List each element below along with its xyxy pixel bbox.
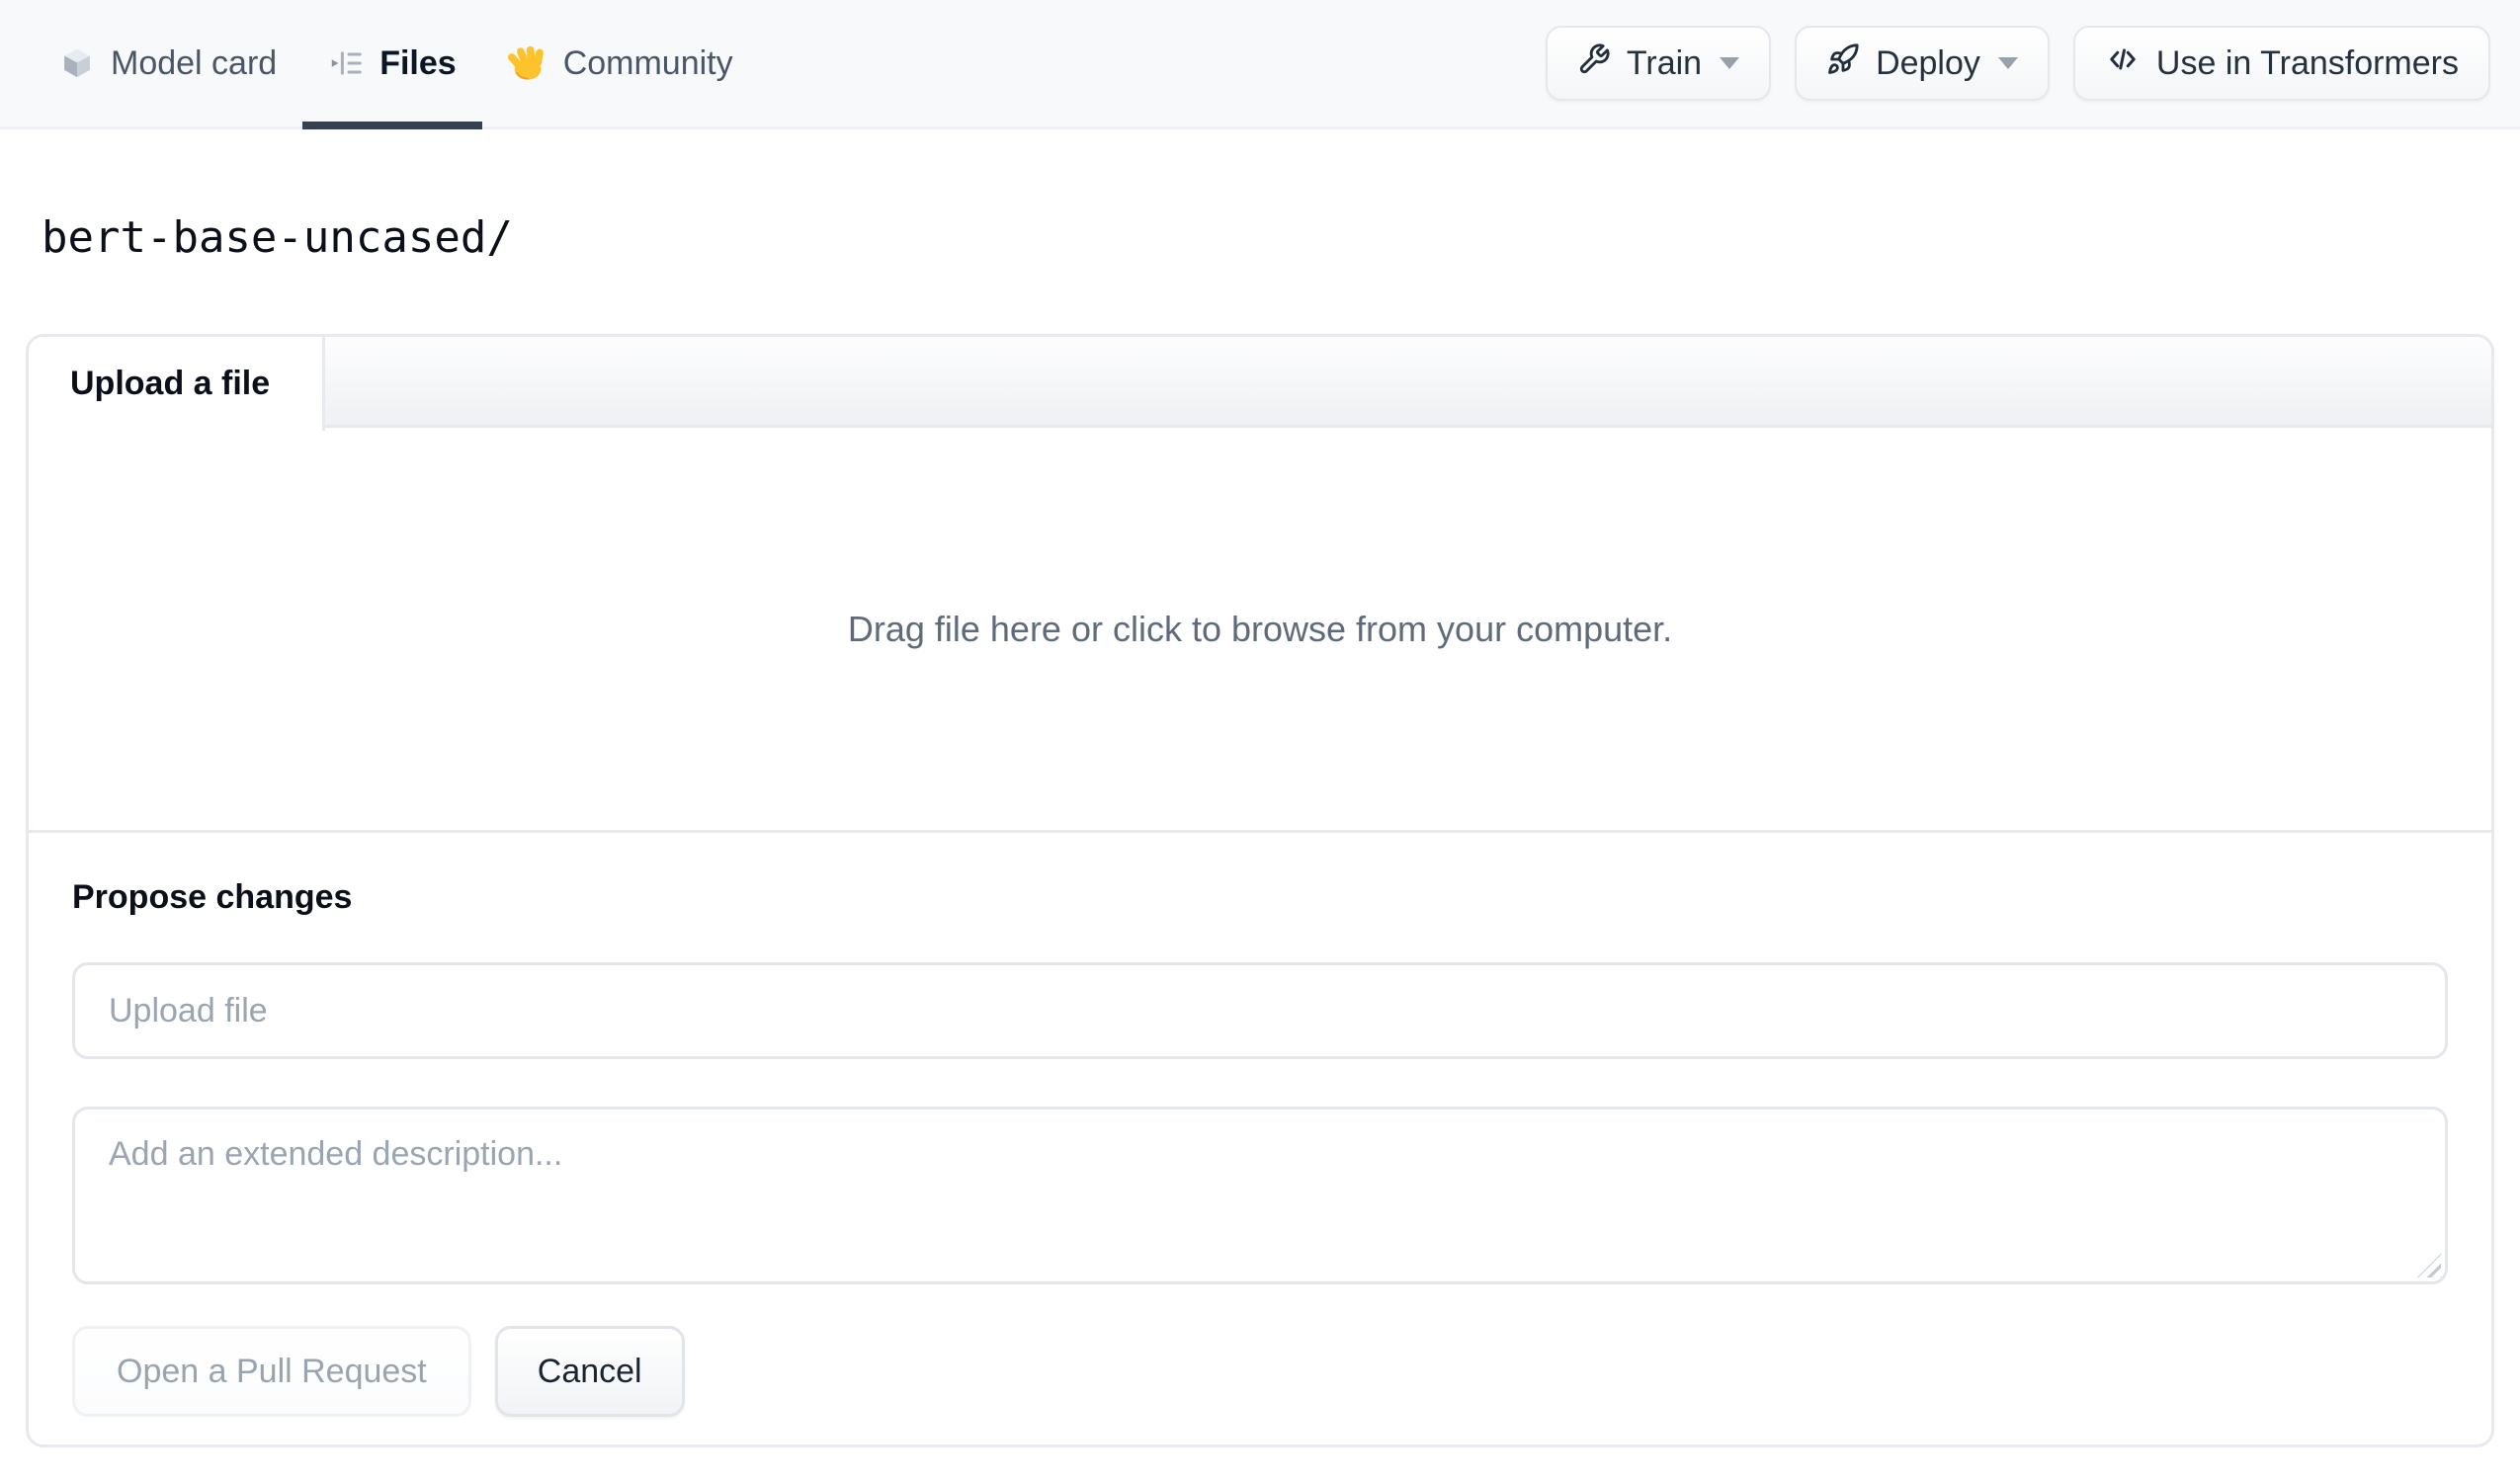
tab-upload-a-file[interactable]: Upload a file bbox=[29, 337, 325, 431]
repo-nav-bar: Model card Files Community Train Deploy … bbox=[0, 0, 2520, 129]
file-tree-icon bbox=[328, 45, 364, 81]
wrench-icon bbox=[1577, 42, 1611, 85]
tab-label: Model card bbox=[111, 43, 278, 82]
tab-community[interactable]: Community bbox=[482, 0, 759, 126]
open-pull-request-button[interactable]: Open a Pull Request bbox=[72, 1326, 471, 1417]
use-in-transformers-button[interactable]: Use in Transformers bbox=[2072, 26, 2490, 101]
form-buttons-row: Open a Pull Request Cancel bbox=[72, 1326, 2448, 1417]
file-dropzone[interactable]: Drag file here or click to browse from y… bbox=[29, 428, 2491, 833]
chevron-down-icon bbox=[1720, 57, 1740, 69]
extended-description-textarea[interactable] bbox=[72, 1107, 2448, 1284]
panel-tab-strip: Upload a file bbox=[29, 337, 2491, 431]
deploy-button[interactable]: Deploy bbox=[1795, 26, 2050, 101]
breadcrumb: bert-base-uncased/ bbox=[42, 212, 513, 263]
rocket-icon bbox=[1826, 42, 1860, 85]
button-label: Deploy bbox=[1876, 43, 1980, 82]
chevron-down-icon bbox=[1997, 57, 2018, 69]
tab-label: Community bbox=[562, 43, 733, 82]
button-label: Use in Transformers bbox=[2155, 43, 2459, 82]
waving-hand-icon bbox=[507, 43, 547, 83]
train-button[interactable]: Train bbox=[1545, 26, 1772, 101]
description-field-wrapper bbox=[72, 1107, 2448, 1284]
propose-changes-section: Propose changes Open a Pull Request Canc… bbox=[29, 833, 2491, 1444]
tab-model-card[interactable]: Model card bbox=[59, 0, 302, 126]
propose-changes-heading: Propose changes bbox=[72, 878, 353, 916]
button-label: Train bbox=[1626, 43, 1703, 82]
upload-panel: Upload a file Drag file here or click to… bbox=[26, 334, 2494, 1447]
repo-action-buttons: Train Deploy Use in Transformers bbox=[1545, 0, 2490, 126]
tab-label: Files bbox=[379, 43, 457, 82]
cube-icon bbox=[59, 45, 95, 81]
upload-filename-input[interactable] bbox=[72, 962, 2448, 1059]
code-icon bbox=[2105, 41, 2141, 86]
dropzone-text: Drag file here or click to browse from y… bbox=[847, 608, 1673, 649]
repo-tabs: Model card Files Community bbox=[59, 0, 759, 129]
tab-files[interactable]: Files bbox=[302, 0, 483, 129]
cancel-button[interactable]: Cancel bbox=[494, 1326, 685, 1417]
